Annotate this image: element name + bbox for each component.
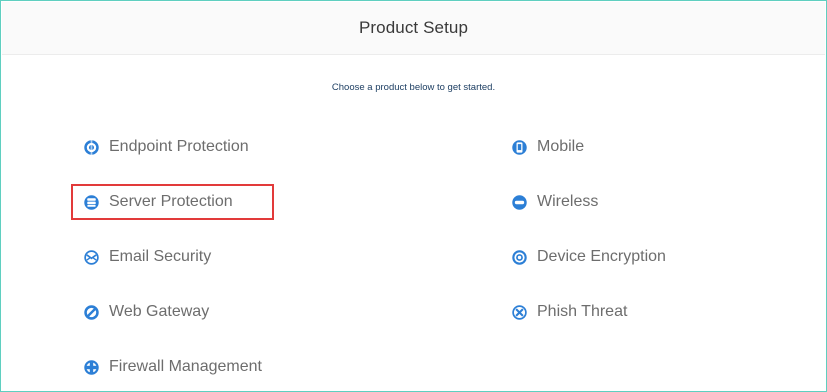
product-label: Phish Threat (537, 303, 628, 320)
product-device-encryption[interactable]: Device Encryption (511, 244, 666, 270)
endpoint-icon (83, 139, 100, 156)
mobile-icon (511, 139, 528, 156)
product-label: Firewall Management (109, 358, 262, 375)
product-email-security[interactable]: Email Security (83, 244, 211, 270)
product-label: Wireless (537, 193, 599, 210)
page-title: Product Setup (358, 18, 469, 37)
email-icon (83, 249, 100, 266)
product-mobile[interactable]: Mobile (511, 134, 584, 160)
product-web-gateway[interactable]: Web Gateway (83, 299, 209, 325)
product-phish-threat[interactable]: Phish Threat (511, 299, 627, 325)
encryption-icon (511, 249, 528, 266)
wireless-icon (511, 194, 528, 211)
product-wireless[interactable]: Wireless (511, 189, 598, 215)
product-label: Device Encryption (537, 248, 666, 265)
firewall-icon (83, 359, 100, 376)
product-label: Email Security (109, 248, 212, 265)
product-label: Mobile (537, 138, 585, 155)
product-label: Endpoint Protection (109, 138, 249, 155)
panel-header: Product Setup (2, 2, 825, 55)
selection-highlight (71, 184, 274, 220)
web-gateway-icon (83, 304, 100, 321)
product-label: Web Gateway (109, 303, 210, 320)
product-firewall-management[interactable]: Firewall Management (83, 354, 262, 380)
phish-threat-icon (511, 304, 528, 321)
product-endpoint-protection[interactable]: Endpoint Protection (83, 134, 249, 160)
instructions-text: Choose a product below to get started. (331, 82, 496, 93)
product-setup-panel: Product Setup Choose a product below to … (0, 0, 827, 392)
